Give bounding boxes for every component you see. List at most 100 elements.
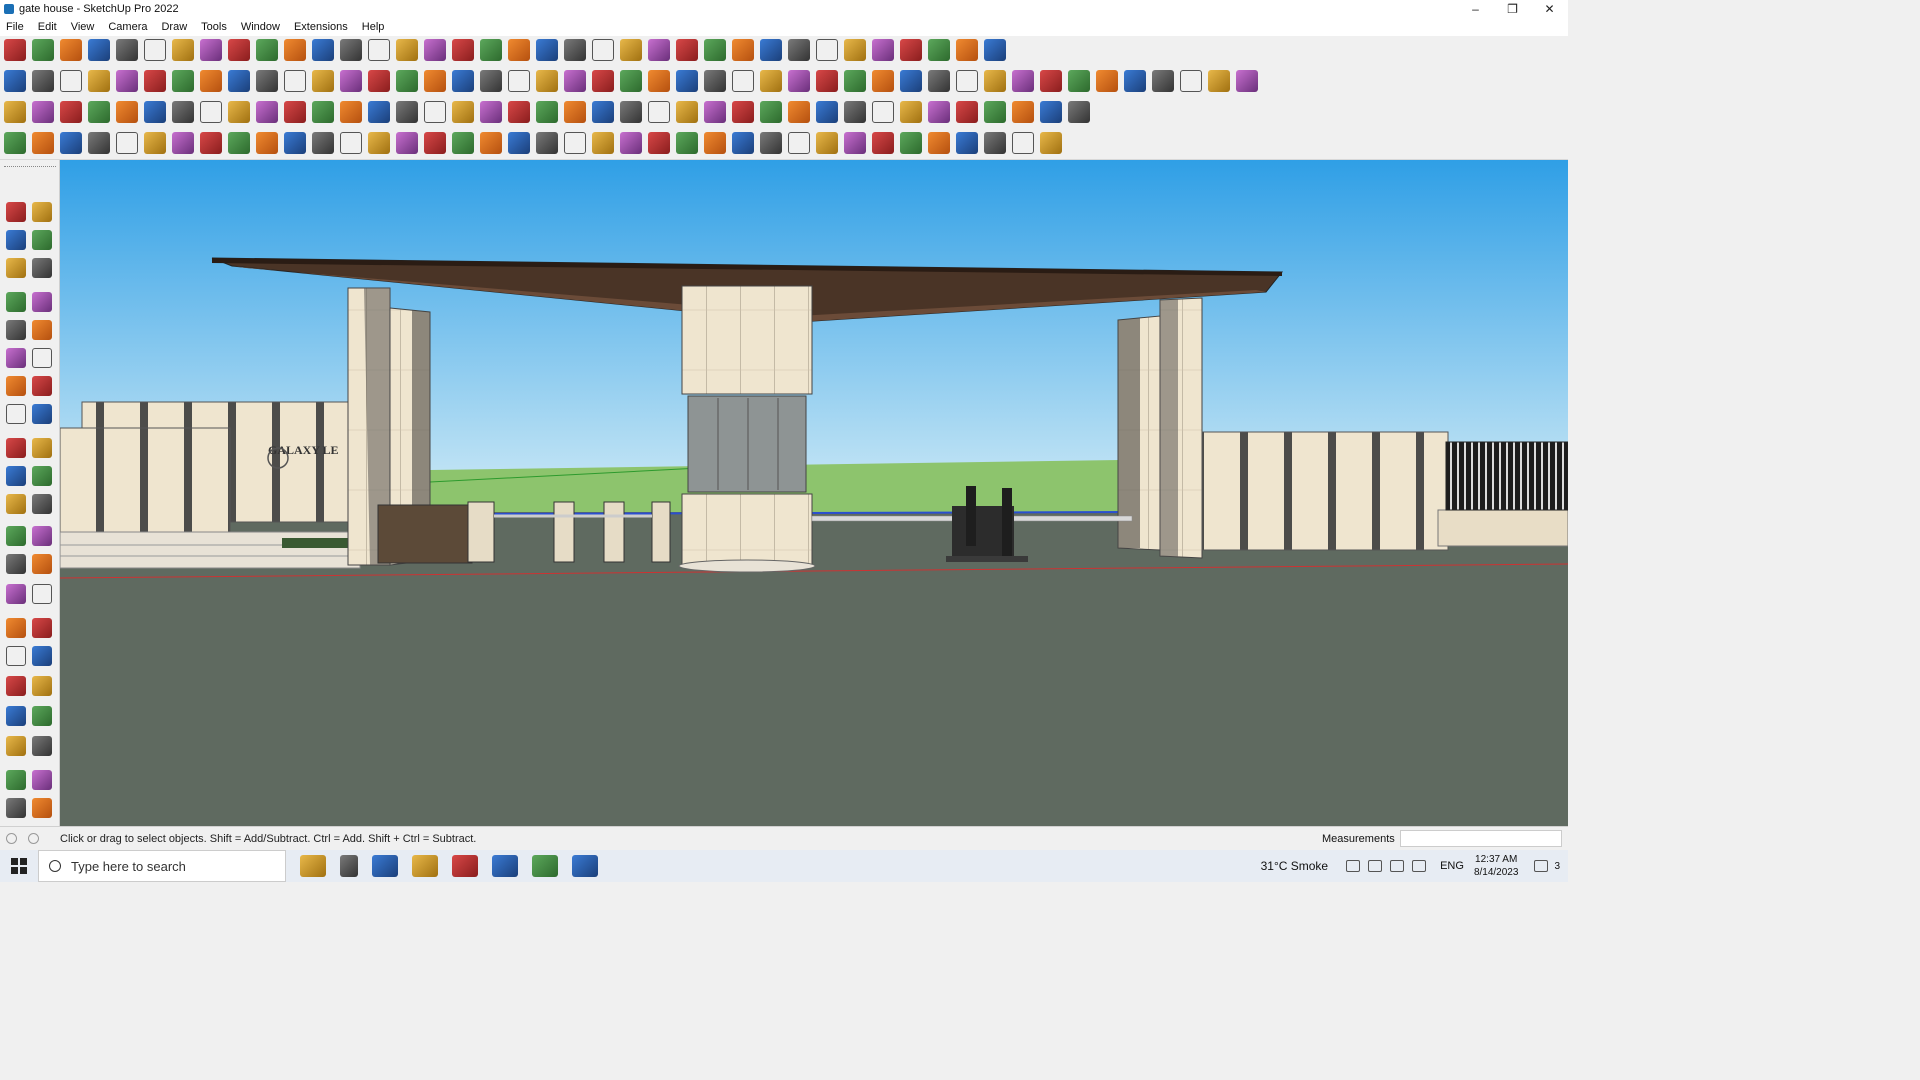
section-icon[interactable] <box>32 676 52 696</box>
push-pull-icon[interactable] <box>564 70 586 92</box>
select-icon[interactable] <box>32 39 54 61</box>
volume-icon[interactable] <box>1412 860 1427 872</box>
zoom-extents-icon[interactable] <box>480 132 502 154</box>
layers-icon[interactable] <box>32 404 52 424</box>
shadows-icon[interactable] <box>340 70 362 92</box>
rotate-icon[interactable] <box>1124 70 1146 92</box>
rotate-icon[interactable] <box>984 101 1006 123</box>
select-icon[interactable] <box>564 39 586 61</box>
styles-icon[interactable] <box>228 101 250 123</box>
text-icon[interactable] <box>816 39 838 61</box>
section-icon[interactable] <box>256 70 278 92</box>
paint-icon[interactable] <box>4 70 26 92</box>
menu-tools[interactable]: Tools <box>201 21 227 33</box>
rotate-icon[interactable] <box>844 132 866 154</box>
paint-icon[interactable] <box>1068 70 1090 92</box>
zoom-extents-icon[interactable] <box>620 101 642 123</box>
walk-icon[interactable] <box>424 132 446 154</box>
push-pull-icon[interactable] <box>424 101 446 123</box>
eraser-icon[interactable] <box>704 132 726 154</box>
section-icon[interactable] <box>1040 132 1062 154</box>
calculator-icon[interactable] <box>372 855 398 877</box>
eraser-icon[interactable] <box>60 39 82 61</box>
select-icon[interactable] <box>32 770 52 790</box>
styles-icon[interactable] <box>32 736 52 756</box>
zoom-icon[interactable] <box>452 132 474 154</box>
zoom-extents-icon[interactable] <box>368 39 390 61</box>
walk-icon[interactable] <box>1236 70 1258 92</box>
styles-icon[interactable] <box>88 132 110 154</box>
shadows-icon[interactable] <box>200 101 222 123</box>
scale-icon[interactable] <box>620 70 642 92</box>
components-icon[interactable] <box>6 438 26 458</box>
components-icon[interactable] <box>704 101 726 123</box>
clock[interactable]: 12:37 AM 8/14/2023 <box>1474 853 1519 879</box>
layers-icon[interactable] <box>816 70 838 92</box>
components-icon[interactable] <box>564 132 586 154</box>
paint-icon[interactable] <box>6 554 26 574</box>
paint-icon[interactable] <box>144 39 166 61</box>
components-icon[interactable] <box>984 39 1006 61</box>
scale-icon[interactable] <box>32 584 52 604</box>
walk-icon[interactable] <box>956 132 978 154</box>
network-icon[interactable] <box>1368 860 1383 872</box>
cortana-widget-icon[interactable] <box>300 855 326 877</box>
lasso-icon[interactable] <box>116 39 138 61</box>
eraser-icon[interactable] <box>592 39 614 61</box>
push-pull-icon[interactable] <box>172 39 194 61</box>
scale-icon[interactable] <box>872 132 894 154</box>
acrobat-icon[interactable] <box>452 855 478 877</box>
task-view-icon[interactable] <box>340 855 358 877</box>
search-icon[interactable] <box>396 70 418 92</box>
app-icon[interactable] <box>492 855 518 877</box>
search-icon[interactable] <box>116 132 138 154</box>
zoom-icon[interactable] <box>32 646 52 666</box>
scale-icon[interactable] <box>1152 70 1174 92</box>
tape-icon[interactable] <box>368 132 390 154</box>
pencil-icon[interactable] <box>620 39 642 61</box>
styles-icon[interactable] <box>620 132 642 154</box>
lasso-icon[interactable] <box>1040 70 1062 92</box>
rotate-icon[interactable] <box>32 292 52 312</box>
paint-icon[interactable] <box>396 101 418 123</box>
model-viewport[interactable]: GALAXY LE <box>60 160 1568 826</box>
edge-icon[interactable] <box>532 855 558 877</box>
text-icon[interactable] <box>144 70 166 92</box>
select-icon[interactable] <box>144 132 166 154</box>
tape-icon[interactable] <box>900 132 922 154</box>
zoom-icon[interactable] <box>872 39 894 61</box>
walk-icon[interactable] <box>564 101 586 123</box>
text-icon[interactable] <box>6 348 26 368</box>
pencil-icon[interactable] <box>200 132 222 154</box>
styles-icon[interactable] <box>6 466 26 486</box>
lasso-icon[interactable] <box>900 101 922 123</box>
notification-icon[interactable] <box>1534 860 1549 872</box>
tape-icon[interactable] <box>256 39 278 61</box>
eraser-icon[interactable] <box>312 101 334 123</box>
search-icon[interactable] <box>536 39 558 61</box>
lasso-icon[interactable] <box>228 132 250 154</box>
zoom-icon[interactable] <box>984 132 1006 154</box>
search-icon[interactable] <box>928 70 950 92</box>
menu-file[interactable]: File <box>6 21 24 33</box>
pencil-icon[interactable] <box>32 230 52 250</box>
components-icon[interactable] <box>172 101 194 123</box>
restore-icon[interactable]: ❐ <box>1494 0 1531 18</box>
tape-icon[interactable] <box>1040 101 1062 123</box>
text-icon[interactable] <box>536 101 558 123</box>
select-icon[interactable] <box>956 70 978 92</box>
walk-icon[interactable] <box>6 646 26 666</box>
walk-icon[interactable] <box>32 101 54 123</box>
zoom-icon[interactable] <box>200 70 222 92</box>
text-icon[interactable] <box>32 618 52 638</box>
zoom-extents-icon[interactable] <box>760 70 782 92</box>
push-pull-icon[interactable] <box>1096 70 1118 92</box>
eraser-icon[interactable] <box>172 132 194 154</box>
eraser-icon[interactable] <box>6 798 26 818</box>
rotate-icon[interactable] <box>200 39 222 61</box>
measurements-input[interactable] <box>1400 830 1562 847</box>
select-icon[interactable] <box>284 101 306 123</box>
lasso-icon[interactable] <box>32 526 52 546</box>
zoom-icon[interactable] <box>60 101 82 123</box>
layers-icon[interactable] <box>144 101 166 123</box>
